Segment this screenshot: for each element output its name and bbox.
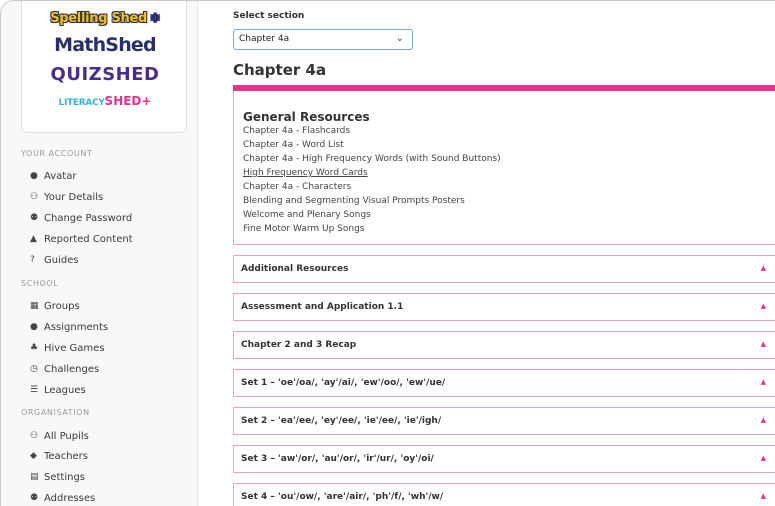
accordion-label: Additional Resources xyxy=(241,264,349,274)
resource-link-high-frequency-word-cards[interactable]: High Frequency Word Cards xyxy=(243,168,368,178)
sidebar-item-teachers[interactable]: ◆ Teachers xyxy=(30,448,88,464)
sidebar-item-label: Guides xyxy=(44,254,79,266)
caret-up-icon: ▲ xyxy=(760,340,766,348)
section-header-school: SCHOOL xyxy=(21,279,59,288)
sidebar-item-label: Settings xyxy=(44,471,86,483)
accordion-set-4[interactable]: Set 4 – 'ou'/ow/, 'are'/air/, 'ph'/f/, '… xyxy=(233,483,775,506)
page-title: Chapter 4a xyxy=(233,61,327,79)
chevron-down-icon: ⌄ xyxy=(395,33,404,44)
general-resources-panel: General Resources Chapter 4a - Flashcard… xyxy=(233,91,775,245)
caret-up-icon: ▲ xyxy=(760,454,766,462)
resource-link-welcome-songs[interactable]: Welcome and Plenary Songs xyxy=(243,210,371,220)
caret-up-icon: ▲ xyxy=(760,302,766,310)
grid-icon: ▦ xyxy=(30,301,39,311)
sidebar-item-label: Addresses xyxy=(44,492,96,504)
user-circle-icon: ● xyxy=(30,171,38,181)
sidebar-item-label: Groups xyxy=(44,300,80,312)
sidebar-item-guides[interactable]: ? Guides xyxy=(30,252,79,268)
users-icon: ⚇ xyxy=(30,431,39,441)
main-content: Select section Chapter 4a ⌄ Chapter 4a G… xyxy=(198,1,775,506)
resource-link-fine-motor-songs[interactable]: Fine Motor Warm Up Songs xyxy=(243,224,365,234)
accordion-assessment[interactable]: Assessment and Application 1.1 ▲ xyxy=(233,293,775,321)
sidebar-item-reported-content[interactable]: ▲ Reported Content xyxy=(30,231,133,247)
section-select[interactable]: Chapter 4a ⌄ xyxy=(233,29,413,50)
graduation-cap-icon: ◆ xyxy=(30,451,37,461)
sidebar-item-avatar[interactable]: ● Avatar xyxy=(30,168,76,184)
resource-link-characters[interactable]: Chapter 4a - Characters xyxy=(243,182,351,192)
sidebar-item-assignments[interactable]: ● Assignments xyxy=(30,319,108,335)
accordion-additional-resources[interactable]: Additional Resources ▲ xyxy=(233,255,775,283)
literacy-shed-logo-big: SHED xyxy=(104,94,142,108)
sidebar-item-leagues[interactable]: ☰ Leagues xyxy=(30,382,86,398)
sidebar-item-groups[interactable]: ▦ Groups xyxy=(30,298,80,314)
resource-link-high-frequency-words[interactable]: Chapter 4a - High Frequency Words (with … xyxy=(243,154,501,164)
caret-up-icon: ▲ xyxy=(760,378,766,386)
sidebar-item-label: All Pupils xyxy=(44,430,89,442)
sidebar-item-challenges[interactable]: ◷ Challenges xyxy=(30,361,99,377)
sidebar-item-label: Teachers xyxy=(44,450,88,462)
settings-icon: ▤ xyxy=(30,472,39,482)
accordion-label: Set 4 – 'ou'/ow/, 'are'/air/, 'ph'/f/, '… xyxy=(241,492,444,502)
sidebar-item-label: Reported Content xyxy=(44,233,133,245)
sidebar-item-label: Your Details xyxy=(44,191,104,203)
caret-up-icon: ▲ xyxy=(760,492,766,500)
resource-link-blending-posters[interactable]: Blending and Segmenting Visual Prompts P… xyxy=(243,196,465,206)
section-select-value: Chapter 4a xyxy=(239,34,290,44)
app-window: Spelling Shed ✲ MathShed QUIZSHED LITERAC… xyxy=(0,0,775,506)
sidebar-item-hive-games[interactable]: ♣ Hive Games xyxy=(30,340,105,356)
literacy-shed-logo-plus: + xyxy=(141,94,152,108)
question-icon: ? xyxy=(30,255,35,265)
sidebar-item-label: Change Password xyxy=(44,212,133,224)
sidebar-item-label: Hive Games xyxy=(44,342,105,354)
sidebar-item-settings[interactable]: ▤ Settings xyxy=(30,469,85,485)
assignment-icon: ● xyxy=(30,322,38,332)
accordion-set-3[interactable]: Set 3 – 'aw'/or/, 'au'/or/, 'ir'/ur/, 'o… xyxy=(233,445,775,473)
general-resources-title: General Resources xyxy=(243,110,370,124)
accordion-set-1[interactable]: Set 1 – 'oe'/oa/, 'ay'/ai/, 'ew'/oo/, 'e… xyxy=(233,369,775,397)
caret-up-icon: ▲ xyxy=(760,416,766,424)
bee-icon: ✲ xyxy=(150,11,160,25)
user-edit-icon: ⚇ xyxy=(30,192,39,202)
sidebar-item-label: Assignments xyxy=(44,321,109,333)
section-header-organisation: ORGANISATION xyxy=(21,408,90,417)
select-section-label: Select section xyxy=(233,11,305,21)
sidebar-item-your-details[interactable]: ⚇ Your Details xyxy=(30,189,103,205)
sidebar-item-addresses[interactable]: ⚉ Addresses xyxy=(30,490,95,506)
sidebar-item-label: Challenges xyxy=(44,363,100,375)
accordion-label: Assessment and Application 1.1 xyxy=(241,302,404,312)
list-icon: ☰ xyxy=(30,385,39,395)
literacy-shed-logo[interactable]: LITERACYSHED+ xyxy=(22,94,188,108)
accordion-set-2[interactable]: Set 2 – 'ea'/ee/, 'ey'/ee/, 'ie'/ee/, 'i… xyxy=(233,407,775,435)
sidebar-item-label: Leagues xyxy=(44,384,86,396)
sidebar-item-label: Avatar xyxy=(44,170,77,182)
mathshed-logo[interactable]: MathShed xyxy=(22,34,188,56)
literacy-shed-logo-small: LITERACY xyxy=(58,98,105,108)
sidebar: Spelling Shed ✲ MathShed QUIZSHED LITERAC… xyxy=(1,1,198,506)
warning-icon: ▲ xyxy=(30,234,37,244)
quizshed-logo[interactable]: QUIZSHED xyxy=(22,64,188,85)
sitemap-icon: ♣ xyxy=(30,343,39,353)
sidebar-item-change-password[interactable]: ⚉ Change Password xyxy=(30,210,132,226)
resource-link-flashcards[interactable]: Chapter 4a - Flashcards xyxy=(243,126,350,136)
users-lock-icon: ⚉ xyxy=(30,213,39,223)
accordion-label: Set 1 – 'oe'/oa/, 'ay'/ai/, 'ew'/oo/, 'e… xyxy=(241,378,446,388)
accordion-recap[interactable]: Chapter 2 and 3 Recap ▲ xyxy=(233,331,775,359)
section-header-your-account: YOUR ACCOUNT xyxy=(21,149,93,158)
accordion-label: Set 3 – 'aw'/or/, 'au'/or/, 'ir'/ur/, 'o… xyxy=(241,454,434,464)
clock-icon: ◷ xyxy=(30,364,38,374)
spelling-shed-logo-text: Spelling Shed xyxy=(50,11,147,26)
accordion-label: Chapter 2 and 3 Recap xyxy=(241,340,357,350)
logo-card: Spelling Shed ✲ MathShed QUIZSHED LITERAC… xyxy=(21,1,188,133)
sidebar-item-all-pupils[interactable]: ⚇ All Pupils xyxy=(30,428,89,444)
resource-link-word-list[interactable]: Chapter 4a - Word List xyxy=(243,140,344,150)
caret-up-icon: ▲ xyxy=(760,264,766,272)
address-icon: ⚉ xyxy=(30,493,39,503)
accordion-label: Set 2 – 'ea'/ee/, 'ey'/ee/, 'ie'/ee/, 'i… xyxy=(241,416,442,426)
spelling-shed-logo[interactable]: Spelling Shed ✲ xyxy=(22,11,188,26)
